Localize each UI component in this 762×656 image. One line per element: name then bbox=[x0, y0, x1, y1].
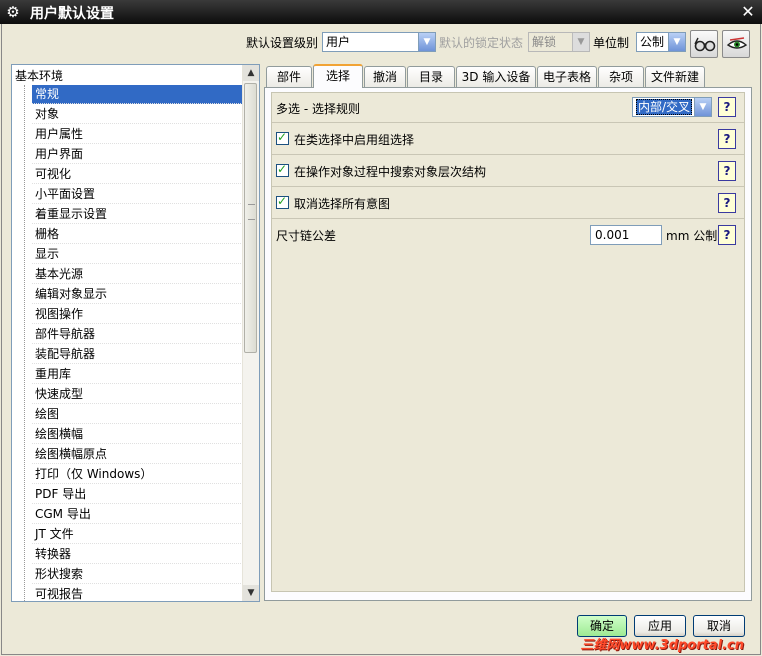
watermark: 三维网www.3dportal.cn bbox=[580, 638, 744, 653]
level-value: 用户 bbox=[326, 35, 351, 49]
tree-scrollbar[interactable]: ▲ ▼ bbox=[242, 65, 259, 601]
cancel-intent-checkbox[interactable]: ✓ bbox=[276, 194, 289, 209]
tree-item[interactable]: 显示 bbox=[32, 245, 243, 264]
hierarchy-search-checkbox[interactable]: ✓ bbox=[276, 162, 289, 177]
tolerance-label: 尺寸链公差 bbox=[276, 229, 337, 243]
help-icon[interactable]: ? bbox=[718, 225, 736, 245]
help-icon[interactable]: ? bbox=[718, 129, 736, 149]
chevron-down-icon[interactable]: ▼ bbox=[694, 98, 711, 116]
eye-icon bbox=[726, 37, 748, 49]
tab-spreadsheet[interactable]: 电子表格 bbox=[537, 66, 597, 87]
dialog-client: 默认设置级别 用户 ▼ 默认的锁定状态 解锁 ▼ 单位制 公制 ▼ 基本环境 常… bbox=[1, 24, 761, 655]
tree-item[interactable]: 快速成型 bbox=[32, 385, 243, 404]
tree-item[interactable]: 小平面设置 bbox=[32, 185, 243, 204]
grip-icon bbox=[248, 204, 255, 220]
user-defaults-dialog: ⚙ 用户默认设置 ✕ 默认设置级别 用户 ▼ 默认的锁定状态 解锁 ▼ 单位制 … bbox=[0, 0, 762, 656]
hierarchy-search-row: ✓ 在操作对象过程中搜索对象层次结构 ? bbox=[272, 155, 744, 187]
tree-item[interactable]: 着重显示设置 bbox=[32, 205, 243, 224]
tree-item[interactable]: 部件导航器 bbox=[32, 325, 243, 344]
settings-level-bar: 默认设置级别 用户 ▼ 默认的锁定状态 解锁 ▼ 单位制 公制 ▼ bbox=[2, 30, 762, 62]
multi-select-rule-value: 内部/交叉 bbox=[636, 99, 693, 115]
title-bar: ⚙ 用户默认设置 ✕ bbox=[0, 0, 762, 24]
selection-settings: 多选 - 选择规则 内部/交叉 ▼ ? ✓ 在类选择中启用组选择 ? ✓ 在操作… bbox=[271, 92, 745, 592]
tree-item[interactable]: 转换器 bbox=[32, 545, 243, 564]
glasses-view-button[interactable] bbox=[690, 30, 718, 58]
group-select-label: 在类选择中启用组选择 bbox=[294, 133, 415, 147]
multi-select-rule-select[interactable]: 内部/交叉 ▼ bbox=[632, 97, 712, 117]
tree-item[interactable]: 打印（仅 Windows） bbox=[32, 465, 243, 484]
tree-item[interactable]: 绘图横幅原点 bbox=[32, 445, 243, 464]
tree-connector bbox=[24, 85, 25, 601]
tree-item[interactable]: 可视化 bbox=[32, 165, 243, 184]
gear-icon: ⚙ bbox=[6, 3, 20, 21]
check-icon: ✓ bbox=[277, 162, 288, 176]
tree-item[interactable]: 常规 bbox=[32, 85, 243, 104]
cancel-intent-label: 取消选择所有意图 bbox=[294, 197, 391, 211]
tree-item[interactable]: 重用库 bbox=[32, 365, 243, 384]
tab-3d-input-device[interactable]: 3D 输入设备 bbox=[456, 66, 536, 87]
chevron-down-icon: ▼ bbox=[572, 33, 589, 51]
selection-panel: 多选 - 选择规则 内部/交叉 ▼ ? ✓ 在类选择中启用组选择 ? ✓ 在操作… bbox=[264, 87, 752, 601]
scroll-down-icon[interactable]: ▼ bbox=[243, 585, 259, 601]
tree-item[interactable]: 可视报告 bbox=[32, 585, 243, 601]
chevron-down-icon[interactable]: ▼ bbox=[418, 33, 435, 51]
multi-select-label: 多选 - 选择规则 bbox=[276, 102, 360, 116]
tree-item[interactable]: 视图操作 bbox=[32, 305, 243, 324]
tree-root-label[interactable]: 基本环境 bbox=[15, 67, 63, 84]
unit-label: 单位制 bbox=[593, 36, 630, 50]
group-select-row: ✓ 在类选择中启用组选择 ? bbox=[272, 123, 744, 155]
scroll-up-icon[interactable]: ▲ bbox=[243, 65, 259, 81]
tree-item[interactable]: 绘图横幅 bbox=[32, 425, 243, 444]
tree-item[interactable]: 栅格 bbox=[32, 225, 243, 244]
eye-view-button[interactable] bbox=[722, 30, 750, 58]
glasses-icon bbox=[694, 37, 716, 52]
tolerance-input[interactable]: 0.001 bbox=[590, 225, 662, 245]
hierarchy-search-label: 在操作对象过程中搜索对象层次结构 bbox=[294, 165, 487, 179]
tab-undo[interactable]: 撤消 bbox=[364, 66, 406, 87]
group-select-checkbox[interactable]: ✓ bbox=[276, 130, 289, 145]
tree-item[interactable]: 用户属性 bbox=[32, 125, 243, 144]
tree-item[interactable]: 对象 bbox=[32, 105, 243, 124]
level-select[interactable]: 用户 ▼ bbox=[322, 32, 436, 52]
tab-part[interactable]: 部件 bbox=[266, 66, 312, 87]
tree-item[interactable]: 编辑对象显示 bbox=[32, 285, 243, 304]
help-icon[interactable]: ? bbox=[718, 97, 736, 117]
tree-item[interactable]: CGM 导出 bbox=[32, 505, 243, 524]
cancel-intent-row: ✓ 取消选择所有意图 ? bbox=[272, 187, 744, 219]
check-icon: ✓ bbox=[277, 130, 288, 144]
lock-value: 解锁 bbox=[532, 35, 557, 49]
help-icon[interactable]: ? bbox=[718, 161, 736, 181]
tree-item[interactable]: 形状搜索 bbox=[32, 565, 243, 584]
lock-select: 解锁 ▼ bbox=[528, 32, 590, 52]
multi-select-row: 多选 - 选择规则 内部/交叉 ▼ ? bbox=[272, 93, 744, 123]
tab-file-new[interactable]: 文件新建 bbox=[645, 66, 705, 87]
tree-item[interactable]: 用户界面 bbox=[32, 145, 243, 164]
tree-item[interactable]: 装配导航器 bbox=[32, 345, 243, 364]
tolerance-row: 尺寸链公差 0.001 mm 公制 ? bbox=[272, 219, 744, 251]
tab-selection[interactable]: 选择 bbox=[313, 64, 363, 88]
tolerance-unit: mm 公制 bbox=[666, 229, 718, 243]
close-icon[interactable]: ✕ bbox=[738, 2, 758, 22]
tree-item[interactable]: PDF 导出 bbox=[32, 485, 243, 504]
tree-item[interactable]: 基本光源 bbox=[32, 265, 243, 284]
tree-item[interactable]: 绘图 bbox=[32, 405, 243, 424]
level-label: 默认设置级别 bbox=[246, 36, 319, 50]
chevron-down-icon[interactable]: ▼ bbox=[668, 33, 685, 51]
check-icon: ✓ bbox=[277, 194, 288, 208]
unit-value: 公制 bbox=[640, 35, 665, 49]
help-icon[interactable]: ? bbox=[718, 193, 736, 213]
tab-directory[interactable]: 目录 bbox=[407, 66, 455, 87]
scroll-thumb[interactable] bbox=[244, 83, 257, 353]
tab-misc[interactable]: 杂项 bbox=[598, 66, 644, 87]
category-tree[interactable]: 基本环境 常规 对象 用户属性 用户界面 可视化 小平面设置 着重显示设置 栅格 显示 基本光源编… bbox=[11, 64, 260, 602]
window-title: 用户默认设置 bbox=[30, 6, 114, 22]
unit-select[interactable]: 公制 ▼ bbox=[636, 32, 686, 52]
tree-item[interactable]: JT 文件 bbox=[32, 525, 243, 544]
lock-label: 默认的锁定状态 bbox=[439, 36, 524, 50]
